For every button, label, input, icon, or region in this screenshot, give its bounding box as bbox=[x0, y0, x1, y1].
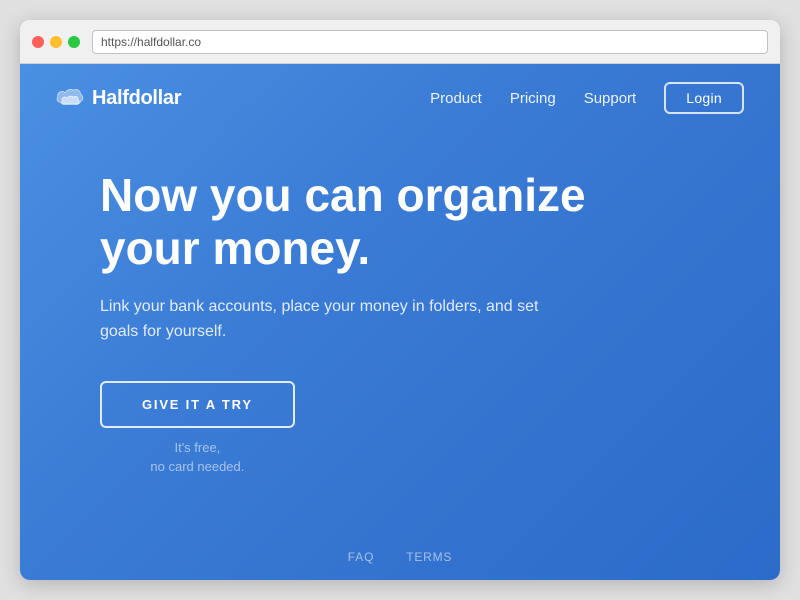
navbar: Halfdollar Product Pricing Support Login bbox=[20, 64, 780, 132]
browser-chrome: https://halfdollar.co bbox=[20, 20, 780, 64]
nav-product[interactable]: Product bbox=[430, 90, 482, 107]
nav-support[interactable]: Support bbox=[584, 90, 637, 107]
page-content: Halfdollar Product Pricing Support Login… bbox=[20, 64, 780, 580]
nav-pricing[interactable]: Pricing bbox=[510, 90, 556, 107]
footer-terms[interactable]: TERMS bbox=[406, 550, 452, 564]
hero-section: Now you can organize your money. Link yo… bbox=[20, 132, 780, 534]
page-footer: FAQ TERMS bbox=[20, 534, 780, 580]
cta-area: GIVE IT A TRY It's free, no card needed. bbox=[100, 381, 295, 477]
browser-window: https://halfdollar.co Halfdollar Product… bbox=[20, 20, 780, 580]
logo-icon bbox=[56, 88, 84, 108]
cta-sub-line2: no card needed. bbox=[150, 459, 244, 474]
cta-sub-line1: It's free, bbox=[174, 440, 220, 455]
hero-subtext: Link your bank accounts, place your mone… bbox=[100, 295, 540, 345]
footer-faq[interactable]: FAQ bbox=[348, 550, 374, 564]
url-text: https://halfdollar.co bbox=[101, 35, 201, 49]
cta-subtext: It's free, no card needed. bbox=[150, 438, 244, 477]
traffic-lights bbox=[32, 36, 80, 48]
nav-links: Product Pricing Support Login bbox=[430, 82, 744, 114]
logo-text: Halfdollar bbox=[92, 87, 181, 110]
login-button[interactable]: Login bbox=[664, 82, 744, 114]
address-bar[interactable]: https://halfdollar.co bbox=[92, 30, 768, 54]
hero-headline: Now you can organize your money. bbox=[100, 169, 620, 275]
logo-area: Halfdollar bbox=[56, 87, 181, 110]
maximize-button[interactable] bbox=[68, 36, 80, 48]
cta-button[interactable]: GIVE IT A TRY bbox=[100, 381, 295, 428]
minimize-button[interactable] bbox=[50, 36, 62, 48]
close-button[interactable] bbox=[32, 36, 44, 48]
